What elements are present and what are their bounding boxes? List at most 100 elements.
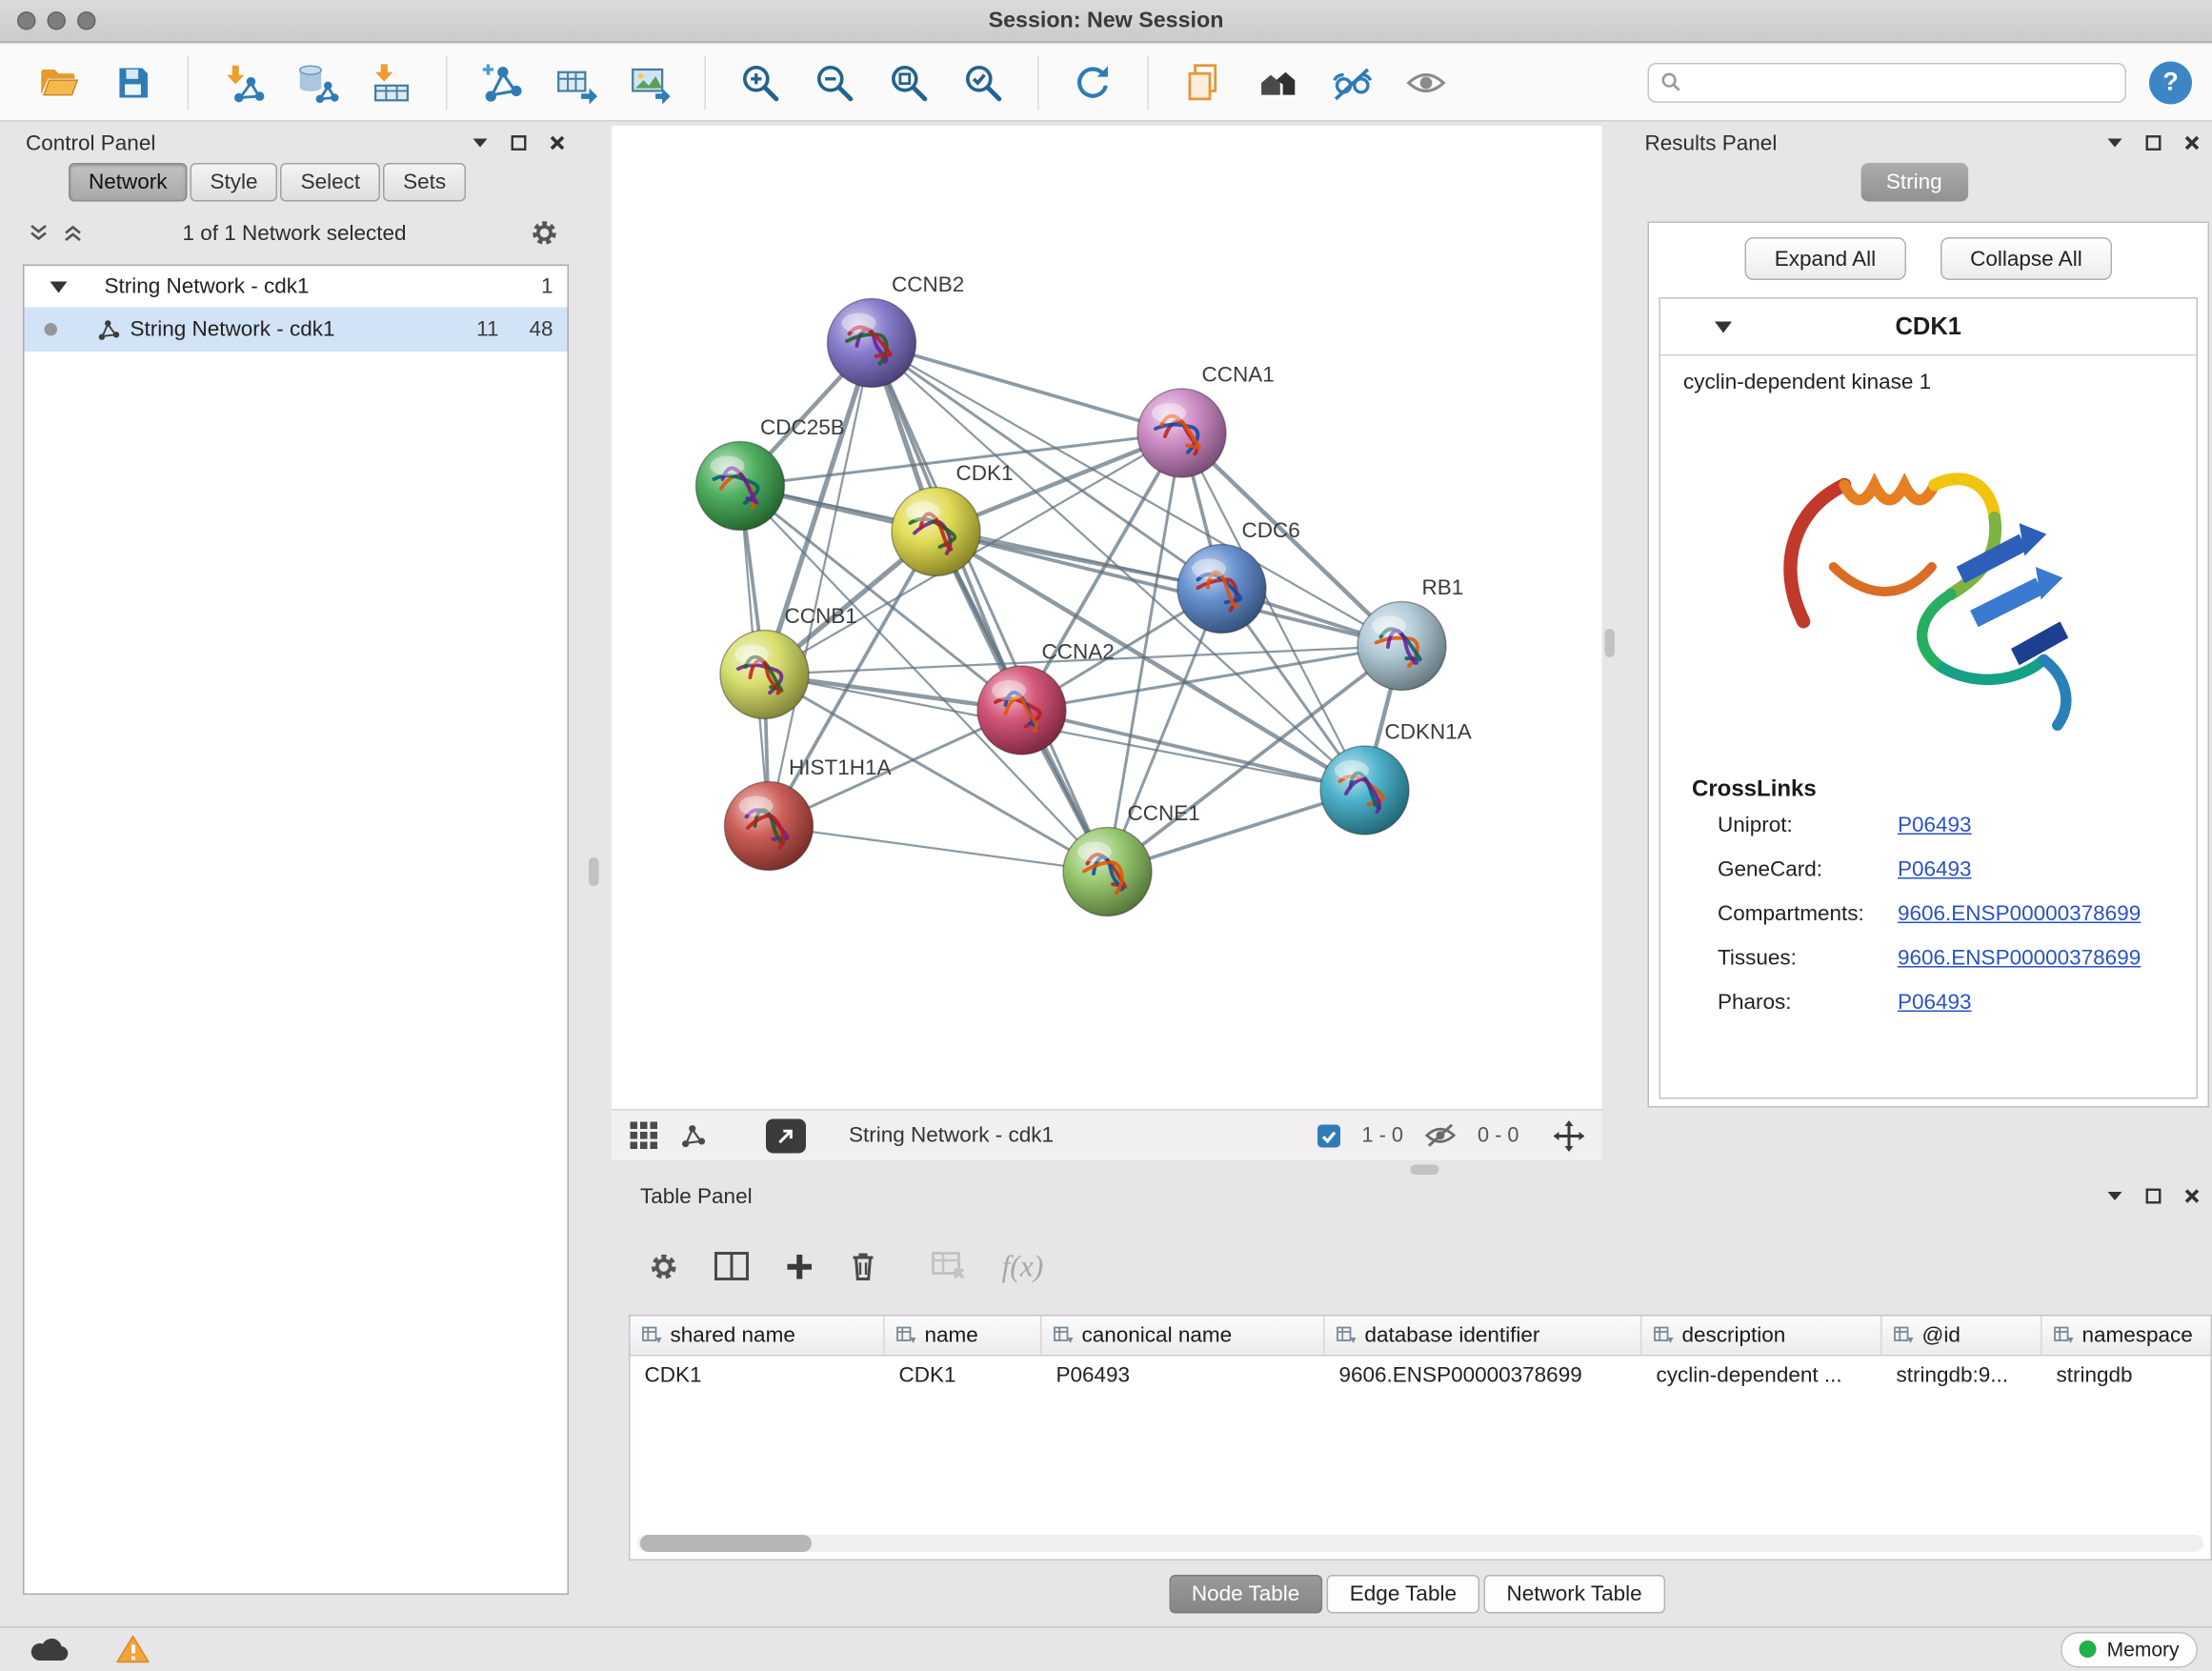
expand-all-tree-icon[interactable]: [63, 225, 83, 242]
cloud-icon[interactable]: [29, 1635, 71, 1663]
zoom-out-button[interactable]: [805, 50, 865, 113]
network-edge[interactable]: [769, 826, 1108, 872]
collapse-all-button[interactable]: Collapse All: [1941, 237, 2113, 280]
network-node-CCNA2[interactable]: [977, 666, 1066, 755]
tab-node-table[interactable]: Node Table: [1169, 1575, 1322, 1614]
table-horizontal-scrollbar[interactable]: [637, 1535, 2203, 1552]
fit-content-move-icon[interactable]: [1554, 1119, 1585, 1151]
import-table-button[interactable]: [362, 50, 422, 113]
network-edge[interactable]: [872, 343, 1182, 433]
network-node-CCNB1[interactable]: [720, 631, 809, 719]
crosslink-link[interactable]: 9606.ENSP00000378699: [1898, 902, 2141, 927]
zoom-selected-button[interactable]: [954, 50, 1014, 113]
import-network-file-button[interactable]: [213, 50, 273, 113]
selected-checkbox-icon[interactable]: [1316, 1122, 1341, 1148]
results-panel-collapse-button[interactable]: [2106, 137, 2123, 149]
show-columns-icon[interactable]: [714, 1251, 751, 1281]
splitter-handle-left[interactable]: [589, 857, 599, 886]
crosslink-label: Compartments:: [1718, 902, 1898, 927]
title-bar: Session: New Session: [0, 0, 2212, 43]
table-panel-float-button[interactable]: [2145, 1188, 2162, 1205]
warning-icon[interactable]: [114, 1634, 151, 1665]
crosslink-link[interactable]: 9606.ENSP00000378699: [1898, 946, 2141, 971]
zoom-fit-button[interactable]: [879, 50, 939, 113]
add-column-plus-icon[interactable]: [785, 1251, 815, 1281]
network-collection-row[interactable]: String Network - cdk1 1: [25, 266, 568, 308]
network-edge[interactable]: [872, 343, 1108, 872]
tab-network[interactable]: Network: [69, 163, 188, 202]
network-node-CCNE1[interactable]: [1063, 828, 1152, 916]
export-image-button[interactable]: [620, 50, 680, 113]
tab-style[interactable]: Style: [191, 163, 278, 202]
results-panel-float-button[interactable]: [2145, 134, 2162, 151]
hide-glasses-button[interactable]: [1322, 50, 1382, 113]
network-node-RB1[interactable]: [1357, 602, 1446, 691]
splitter-handle-bottom[interactable]: [1411, 1165, 1439, 1176]
export-table-button[interactable]: [546, 50, 606, 113]
column-header-database-identifier[interactable]: database identifier: [1325, 1317, 1642, 1356]
collapse-all-tree-icon[interactable]: [29, 225, 49, 242]
network-node-CCNB2[interactable]: [828, 299, 916, 388]
splitter-handle-right[interactable]: [1605, 629, 1616, 657]
crosslink-link[interactable]: P06493: [1898, 857, 1972, 882]
protein-collapse-caret[interactable]: [1715, 321, 1732, 332]
column-header-description[interactable]: description: [1642, 1317, 1882, 1356]
control-panel-close-button[interactable]: [549, 134, 566, 151]
protein-card-header[interactable]: CDK1: [1660, 299, 2197, 356]
memory-button[interactable]: Memory: [2061, 1632, 2198, 1668]
control-panel-float-button[interactable]: [511, 134, 528, 151]
network-node-HIST1H1A[interactable]: [725, 782, 814, 871]
table-settings-gear-icon[interactable]: [648, 1250, 681, 1283]
network-list-icon[interactable]: [679, 1122, 707, 1150]
results-panel-close-button[interactable]: [2183, 134, 2201, 151]
network-node-CDC25B[interactable]: [696, 442, 785, 531]
network-view[interactable]: CCNB2CCNA1CDC25BCDK1CDC6RB1CCNB1CCNA2CDK…: [612, 126, 1602, 1109]
network-edge[interactable]: [1022, 711, 1365, 791]
crosslink-link[interactable]: P06493: [1898, 991, 1972, 1016]
tab-select[interactable]: Select: [281, 163, 381, 202]
zoom-in-button[interactable]: [731, 50, 791, 113]
table-cell: 9606.ENSP00000378699: [1325, 1363, 1642, 1388]
network-node-CDKN1A[interactable]: [1320, 746, 1409, 835]
tab-edge-table[interactable]: Edge Table: [1327, 1575, 1479, 1614]
network-node-CDK1[interactable]: [892, 488, 980, 576]
network-edge[interactable]: [936, 532, 1402, 646]
column-header-canonical-name[interactable]: canonical name: [1042, 1317, 1325, 1356]
open-in-new-window-button[interactable]: [766, 1118, 806, 1153]
column-header-namespace[interactable]: namespace: [2042, 1317, 2212, 1356]
hidden-eye-slash-icon[interactable]: [1423, 1122, 1458, 1150]
home-button[interactable]: [1248, 50, 1308, 113]
delete-column-trash-icon[interactable]: [849, 1251, 877, 1282]
network-edge-count: 48: [499, 317, 553, 342]
scrollbar-thumb[interactable]: [640, 1535, 812, 1552]
copy-documents-button[interactable]: [1174, 50, 1234, 113]
gear-icon[interactable]: [529, 217, 560, 249]
tab-sets[interactable]: Sets: [383, 163, 466, 202]
help-button[interactable]: ?: [2149, 61, 2192, 104]
save-session-button[interactable]: [103, 50, 163, 113]
network-row-selected[interactable]: String Network - cdk1 11 48: [25, 308, 568, 352]
column-header--id[interactable]: @id: [1882, 1317, 2042, 1356]
collection-expand-caret[interactable]: [50, 281, 68, 292]
grid-view-icon[interactable]: [629, 1120, 659, 1151]
column-header-name[interactable]: name: [885, 1317, 1042, 1356]
column-header-shared-name[interactable]: shared name: [631, 1317, 885, 1356]
expand-all-button[interactable]: Expand All: [1744, 237, 1905, 280]
show-eye-button[interactable]: [1397, 50, 1457, 113]
network-node-CDC6[interactable]: [1177, 545, 1266, 634]
open-session-button[interactable]: [29, 50, 89, 113]
network-node-CCNA1[interactable]: [1137, 389, 1226, 477]
crosslink-link[interactable]: P06493: [1898, 814, 1972, 838]
table-panel-collapse-button[interactable]: [2106, 1191, 2123, 1202]
import-network-database-button[interactable]: [288, 50, 348, 113]
search-input[interactable]: [1691, 70, 2114, 93]
table-panel-close-button[interactable]: [2183, 1188, 2201, 1205]
control-panel-collapse-button[interactable]: [472, 137, 489, 149]
new-network-button[interactable]: [472, 50, 532, 113]
search-box[interactable]: [1648, 62, 2127, 102]
tab-string[interactable]: String: [1860, 163, 1968, 202]
refresh-button[interactable]: [1063, 50, 1123, 113]
network-canvas[interactable]: CCNB2CCNA1CDC25BCDK1CDC6RB1CCNB1CCNA2CDK…: [612, 126, 1602, 1109]
tab-network-table[interactable]: Network Table: [1483, 1575, 1664, 1614]
table-row[interactable]: CDK1CDK1P064939606.ENSP00000378699cyclin…: [631, 1357, 2211, 1396]
